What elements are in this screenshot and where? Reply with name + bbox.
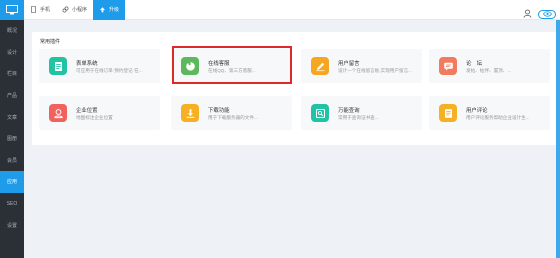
eye-icon [542,11,552,17]
plugin-card-forum[interactable]: 论 坛 发帖、帖伴、置顶、... [429,49,550,83]
plugin-desc: 常用于查询证书查... [338,115,379,120]
plugin-card-form-system[interactable]: 表单系统 可应用于在线订单·预约登记·在... [39,49,160,83]
plugin-desc: 设计一个在线留言板,实现用户留言... [338,68,413,73]
plugin-card-user-messages[interactable]: 用户留言 设计一个在线留言板,实现用户留言... [301,49,422,83]
miniprogram-icon [62,6,69,13]
section-title: 常用插件 [40,39,61,45]
plugin-desc: 用于下载服务器的文件... [208,115,258,120]
user-icon-button[interactable] [523,5,532,23]
upgrade-icon [100,7,106,13]
plugin-desc: 发帖、帖伴、置顶、... [466,68,512,73]
monitor-icon [6,5,18,15]
plugin-name: 用户留言 [338,61,360,67]
comment-icon [439,104,457,122]
query-icon [311,104,329,122]
topbar: 手机 小程序 升级 [24,0,560,20]
plugin-card-user-comments[interactable]: 用户评论 用户评论服务帮助企业设计生... [429,96,550,130]
sidebar-item-members[interactable]: 会员 [0,150,24,172]
selection-highlight [172,46,292,84]
sidebar-item-settings[interactable]: 设置 [0,214,24,236]
plugin-name: 表单系统 [76,61,98,67]
user-icon [523,9,532,18]
plugin-name: 企业位置 [76,108,98,114]
sidebar-item-overview[interactable]: 概况 [0,20,24,42]
plugin-name: 用户评论 [466,108,488,114]
plugin-name: 万能查询 [338,108,360,114]
sidebar-item-design[interactable]: 设计 [0,42,24,64]
forum-icon [439,57,457,75]
plugin-desc: 用户评论服务帮助企业设计生... [466,115,530,120]
tab-miniprogram[interactable]: 小程序 [56,0,93,20]
sidebar-item-columns[interactable]: 栏目 [0,63,24,85]
plugin-card-download[interactable]: 下载功能 用于下载服务器的文件... [171,96,292,130]
plugin-card-company-location[interactable]: 企业位置 地图标注企业位置 [39,96,160,130]
tab-mobile[interactable]: 手机 [24,0,56,20]
location-icon [49,104,67,122]
form-icon [49,57,67,75]
plugins-panel: 常用插件 表单系统 可应用于在线订单·预约登记·在... 在线客服 在线QQ、第… [32,32,556,145]
sidebar-item-albums[interactable]: 图册 [0,128,24,150]
sidebar: 概况 设计 栏目 产品 文章 图册 会员 应用 SEO 设置 [0,0,24,258]
phone-icon [31,6,36,13]
sidebar-item-products[interactable]: 产品 [0,85,24,107]
plugin-name: 论 坛 [466,61,483,67]
logo[interactable] [0,0,24,20]
plugin-desc: 地图标注企业位置 [76,115,113,120]
sidebar-item-articles[interactable]: 文章 [0,106,24,128]
sidebar-item-apps[interactable]: 应用 [0,171,24,193]
pen-icon [311,57,329,75]
plugin-desc: 可应用于在线订单·预约登记·在... [76,68,143,73]
sidebar-item-seo[interactable]: SEO [0,193,24,215]
right-edge-bar [556,20,560,258]
preview-button[interactable] [538,9,556,19]
download-icon [181,104,199,122]
plugin-name: 下载功能 [208,108,230,114]
plugin-card-universal-query[interactable]: 万能查询 常用于查询证书查... [301,96,422,130]
tab-upgrade[interactable]: 升级 [93,0,126,20]
